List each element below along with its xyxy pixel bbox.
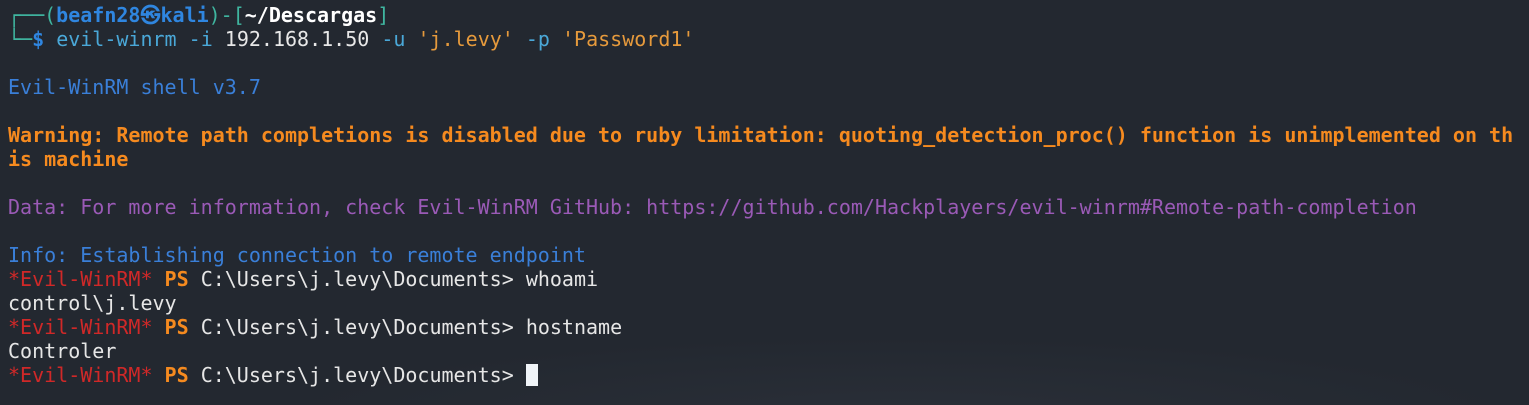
ps-prompt-active[interactable]: *Evil-WinRM* PS C:\Users\j.levy\Document…: [8, 363, 1521, 387]
command-ip: 192.168.1.50: [224, 27, 370, 51]
kali-skull-icon: ㉿: [140, 3, 161, 27]
command-flag: -u: [381, 27, 406, 51]
command-output: Controler: [8, 339, 117, 363]
ps-path: C:\Users\j.levy\Documents>: [200, 363, 514, 387]
prompt-dollar: $: [32, 27, 45, 51]
prompt-dir: ~/Descargas: [244, 3, 378, 27]
command-output: control\j.levy: [8, 291, 177, 315]
ps-label: PS: [164, 267, 189, 291]
command-password: 'Password1': [562, 27, 695, 51]
command-line: └─$ evil-winrm -i 192.168.1.50 -u 'j.lev…: [8, 27, 1521, 51]
info-text: Info: Establishing connection to remote …: [8, 243, 586, 267]
ps-label: PS: [164, 363, 189, 387]
prompt-line-1: ┌──(beafn28㉿kali)-[~/Descargas]: [8, 3, 1521, 27]
session-tag: *Evil-WinRM*: [8, 267, 153, 291]
ps-prompt: *Evil-WinRM* PS C:\Users\j.levy\Document…: [8, 267, 1521, 291]
prompt-user: beafn28: [56, 3, 141, 27]
command-flag: -p: [525, 27, 550, 51]
ps-path: C:\Users\j.levy\Documents>: [200, 315, 514, 339]
prompt-frame: └─: [8, 27, 33, 51]
command-user: 'j.levy': [417, 27, 514, 51]
ps-prompt: *Evil-WinRM* PS C:\Users\j.levy\Document…: [8, 315, 1521, 339]
typed-command: whoami: [525, 267, 599, 291]
typed-command: hostname: [525, 315, 623, 339]
ps-label: PS: [164, 315, 189, 339]
terminal[interactable]: ┌──(beafn28㉿kali)-[~/Descargas] └─$ evil…: [8, 3, 1521, 387]
command-flag: -i: [188, 27, 213, 51]
prompt-frame: ┌──(: [8, 3, 57, 27]
version-text: Evil-WinRM shell v3.7: [8, 75, 261, 99]
session-tag: *Evil-WinRM*: [8, 315, 153, 339]
session-tag: *Evil-WinRM*: [8, 363, 153, 387]
cursor: [525, 364, 538, 386]
command-name: evil-winrm: [56, 27, 177, 51]
data-text: Data: For more information, check Evil-W…: [8, 195, 1417, 219]
prompt-frame: ]: [377, 3, 390, 27]
ps-path: C:\Users\j.levy\Documents>: [200, 267, 514, 291]
prompt-frame: )-[: [208, 3, 245, 27]
warning-text: Warning: Remote path completions is disa…: [8, 123, 1514, 171]
prompt-host: kali: [160, 3, 209, 27]
